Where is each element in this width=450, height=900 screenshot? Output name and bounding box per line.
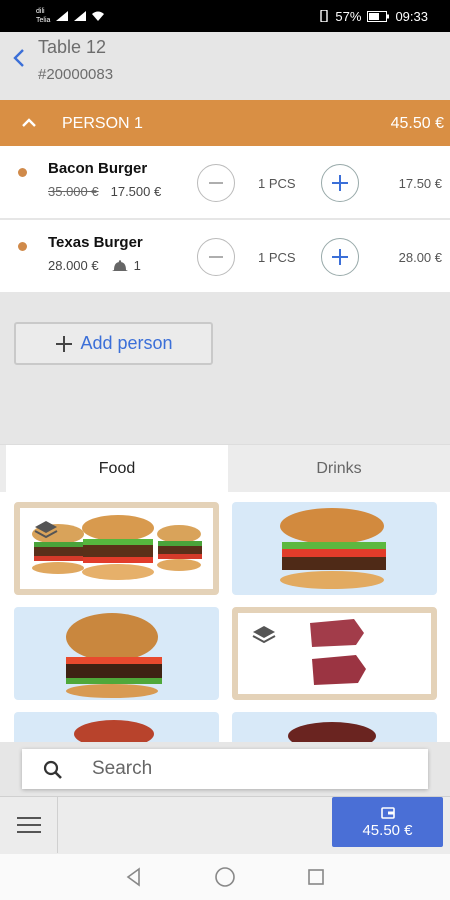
item-prices: 35.000 € 17.500 € [48, 184, 161, 199]
person-header[interactable]: PERSON 1 45.50 € [0, 100, 450, 146]
item-price: 17.500 € [110, 184, 162, 199]
vibrate-icon [320, 10, 329, 22]
product-tile-meat-category[interactable] [232, 607, 437, 700]
item-old-price: 35.000 € [48, 184, 99, 199]
served-count: 1 [111, 258, 141, 273]
item-status-dot [18, 168, 27, 177]
tab-food[interactable]: Food [6, 445, 228, 492]
status-bar: dili Telia 57% 09:33 [0, 0, 450, 32]
order-items: Bacon Burger 35.000 € 17.500 € 1 PCS 17.… [0, 146, 450, 294]
item-total: 28.00 € [398, 250, 442, 265]
food-image [288, 722, 376, 742]
decrease-button[interactable] [197, 238, 235, 276]
add-person-button[interactable]: Add person [14, 322, 213, 365]
product-grid [0, 492, 450, 742]
bottom-bar: 45.50 € [0, 796, 450, 854]
item-quantity: 1 PCS [258, 250, 296, 265]
search-icon [43, 760, 62, 779]
order-item[interactable]: Texas Burger 28.000 € 1 1 PCS 28.00 € [0, 220, 450, 294]
minus-icon [209, 256, 223, 258]
layers-icon [252, 626, 276, 644]
back-arrow-icon[interactable] [10, 46, 30, 70]
carrier-1: dili [36, 8, 45, 15]
add-person-label: Add person [80, 333, 173, 353]
item-name: Bacon Burger [48, 160, 148, 177]
item-prices: 28.000 € 1 [48, 258, 141, 273]
tab-drinks[interactable]: Drinks [228, 445, 450, 492]
layers-icon [34, 521, 58, 539]
burger-image [280, 508, 386, 589]
home-circle-icon[interactable] [214, 866, 236, 888]
product-tile[interactable] [232, 712, 437, 742]
pay-button[interactable]: 45.50 € [332, 797, 443, 847]
wifi-icon [92, 11, 105, 21]
item-price: 28.000 € [48, 258, 99, 273]
item-quantity: 1 PCS [258, 176, 296, 191]
recents-square-icon[interactable] [306, 867, 326, 887]
hamburger-icon [16, 817, 41, 833]
menu-button[interactable] [0, 797, 58, 853]
plus-icon [56, 335, 73, 352]
signal-icon-2 [74, 11, 87, 21]
increase-button[interactable] [321, 238, 359, 276]
order-item[interactable]: Bacon Burger 35.000 € 17.500 € 1 PCS 17.… [0, 146, 450, 220]
signal-icon [56, 11, 69, 21]
product-tile-burgers-category[interactable] [14, 502, 219, 595]
item-name: Texas Burger [48, 234, 143, 251]
plus-icon [332, 249, 348, 265]
system-nav-bar [0, 854, 450, 900]
clock: 09:33 [395, 8, 428, 24]
decrease-button[interactable] [197, 164, 235, 202]
header: Table 12 #20000083 [0, 32, 450, 100]
battery-icon [367, 10, 390, 22]
item-total: 17.50 € [398, 176, 442, 191]
status-right: 57% 09:33 [319, 9, 428, 24]
order-number: #20000083 [38, 66, 114, 83]
carriers: dili Telia [36, 7, 50, 25]
item-status-dot [18, 242, 27, 251]
pay-total: 45.50 € [362, 821, 413, 839]
person-name: PERSON 1 [62, 115, 143, 132]
minus-icon [209, 182, 223, 184]
person-total: 45.50 € [390, 115, 444, 132]
carrier-2: Telia [36, 17, 51, 24]
page-title: Table 12 [38, 37, 107, 57]
product-tile[interactable] [14, 607, 219, 700]
burger-image [66, 613, 162, 698]
cloche-icon [111, 259, 128, 271]
chevron-up-icon[interactable] [20, 114, 38, 132]
product-tile[interactable] [14, 712, 219, 742]
plus-icon [332, 175, 348, 191]
search-input[interactable] [92, 757, 412, 781]
food-image [74, 720, 154, 742]
served-count-value: 1 [133, 258, 141, 273]
battery-percent: 57% [335, 8, 362, 24]
back-triangle-icon[interactable] [124, 867, 144, 887]
wallet-icon [380, 806, 395, 819]
increase-button[interactable] [321, 164, 359, 202]
category-tabs: Food Drinks [0, 444, 450, 492]
product-tile[interactable] [232, 502, 437, 595]
search-bar [22, 749, 428, 789]
status-left: dili Telia [36, 7, 105, 25]
